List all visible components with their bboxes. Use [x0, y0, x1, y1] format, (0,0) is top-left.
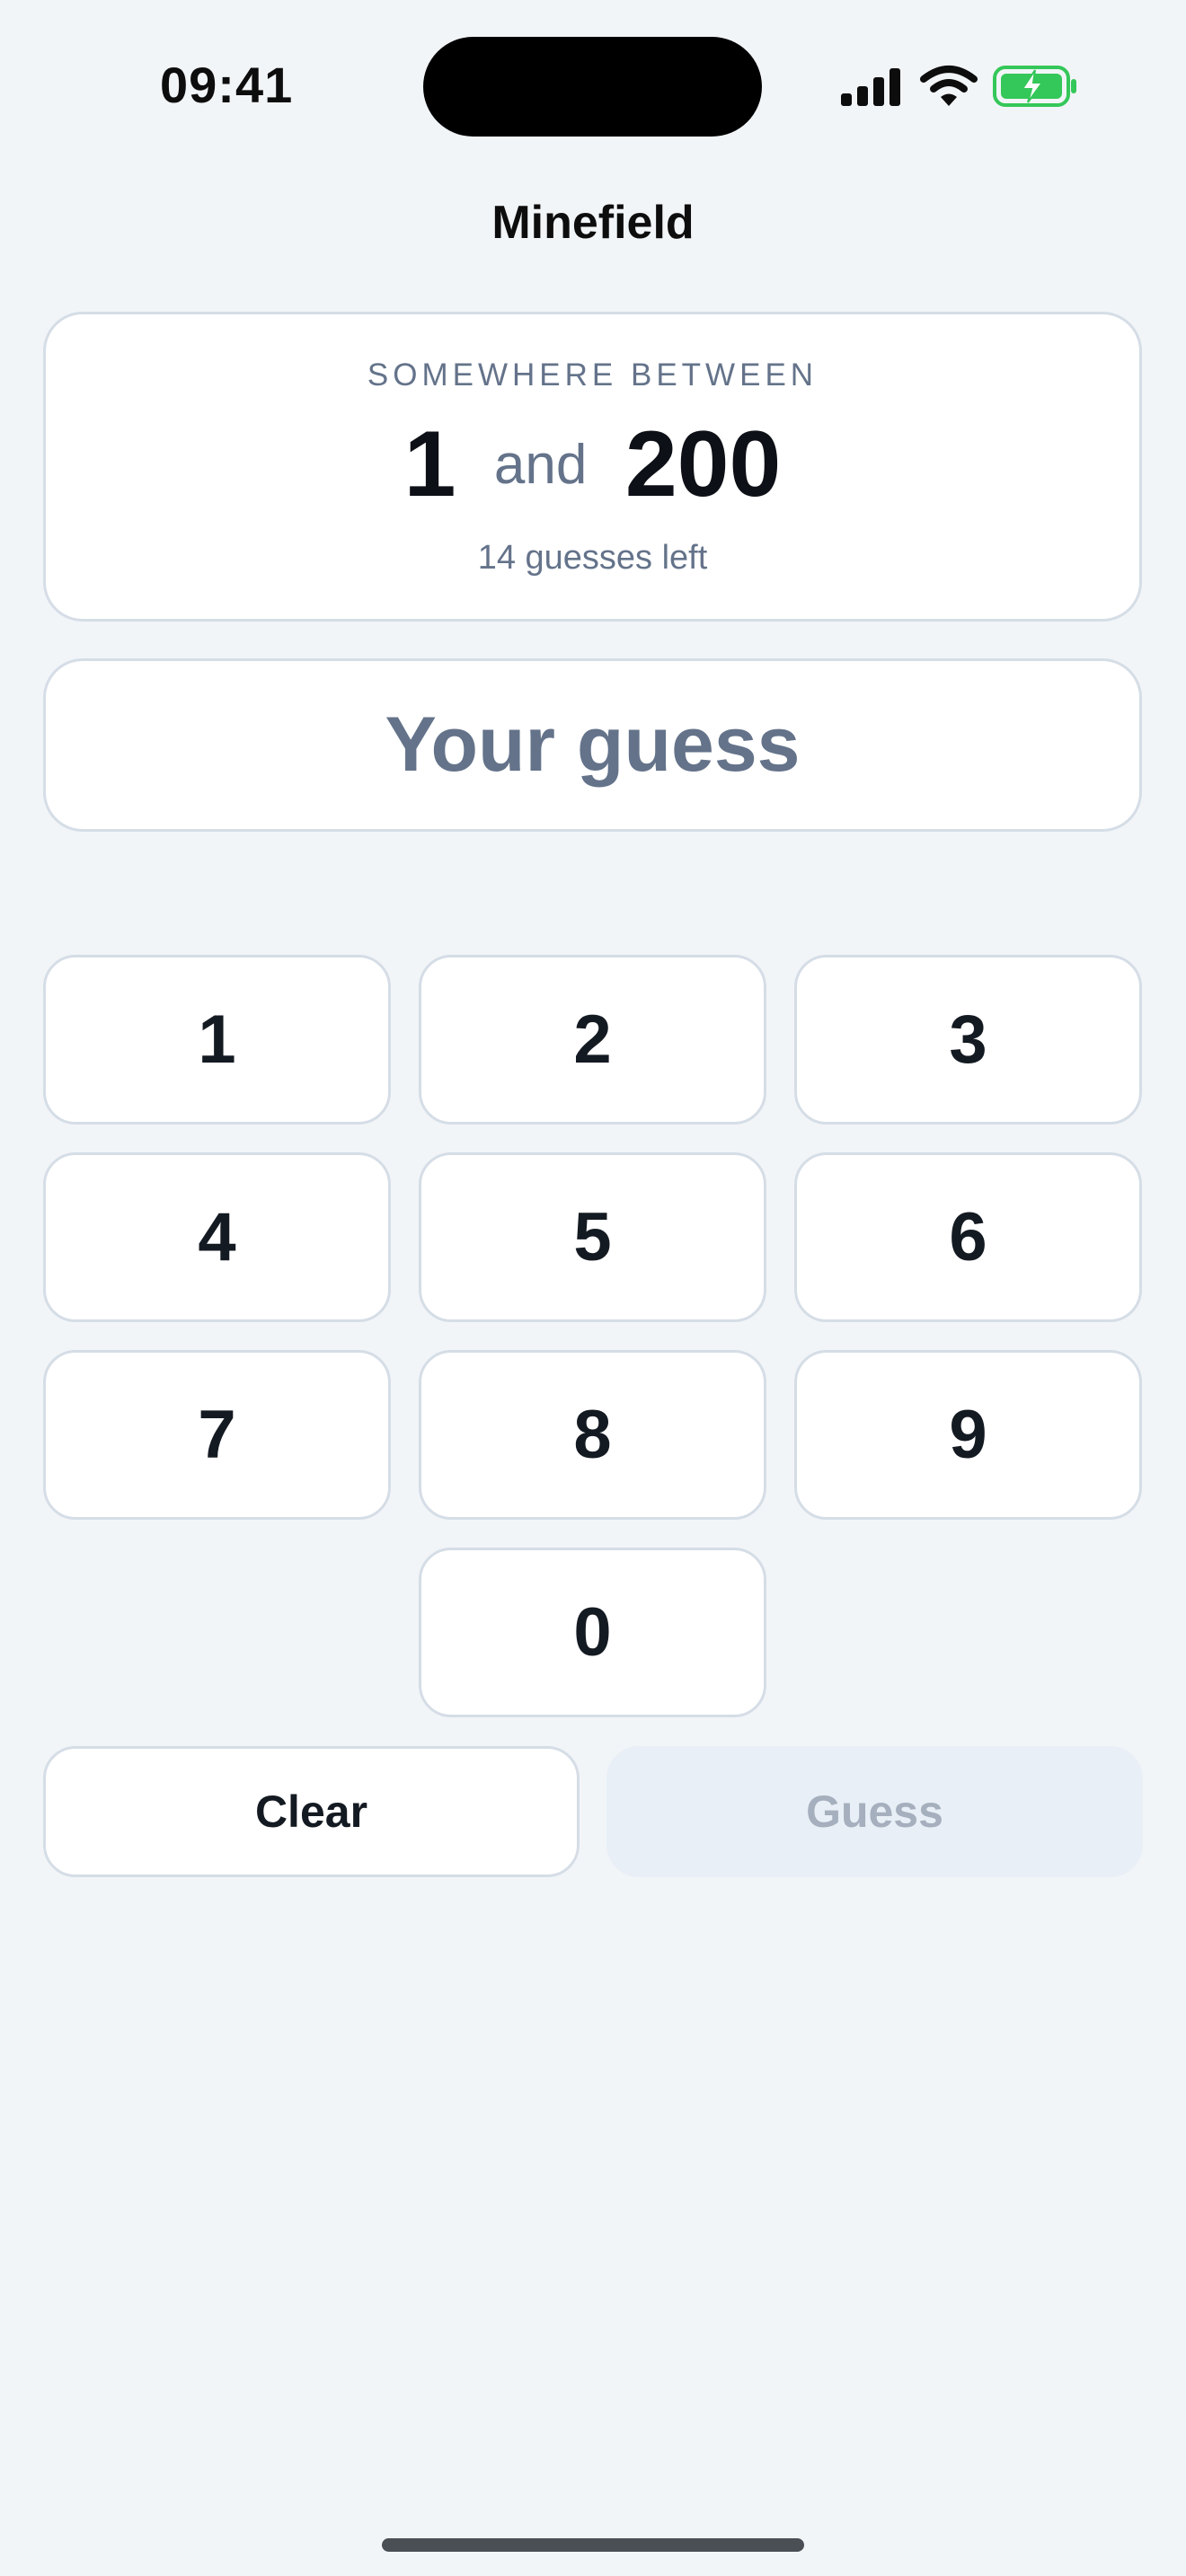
number-keypad: 1 2 3 4 5 6 7 8 9 0: [43, 955, 1142, 1717]
status-time: 09:41: [160, 57, 294, 113]
key-2[interactable]: 2: [419, 955, 766, 1125]
guess-input[interactable]: [46, 700, 1139, 790]
guess-button[interactable]: Guess: [606, 1746, 1143, 1877]
cellular-signal-icon: [841, 68, 900, 106]
wifi-icon: [920, 66, 978, 106]
home-indicator[interactable]: [382, 2538, 804, 2552]
range-high-value: 200: [624, 412, 782, 516]
range-card: SOMEWHERE BETWEEN 1 and 200 14 guesses l…: [43, 312, 1142, 622]
range-low-value: 1: [403, 412, 456, 516]
dynamic-island: [423, 37, 762, 137]
key-7[interactable]: 7: [43, 1350, 391, 1520]
guesses-remaining: 14 guesses left: [477, 539, 708, 577]
key-0[interactable]: 0: [419, 1548, 766, 1717]
key-1[interactable]: 1: [43, 955, 391, 1125]
key-8[interactable]: 8: [419, 1350, 766, 1520]
clear-button[interactable]: Clear: [43, 1746, 580, 1877]
key-4[interactable]: 4: [43, 1152, 391, 1322]
key-9[interactable]: 9: [794, 1350, 1142, 1520]
app-title: Minefield: [491, 197, 695, 249]
key-5[interactable]: 5: [419, 1152, 766, 1322]
battery-charging-icon: [993, 66, 1076, 107]
key-6[interactable]: 6: [794, 1152, 1142, 1322]
range-values: 1 and 200: [46, 411, 1139, 518]
key-3[interactable]: 3: [794, 955, 1142, 1125]
range-caption: SOMEWHERE BETWEEN: [367, 357, 819, 393]
range-connector: and: [493, 434, 588, 496]
guess-field[interactable]: [43, 658, 1142, 832]
